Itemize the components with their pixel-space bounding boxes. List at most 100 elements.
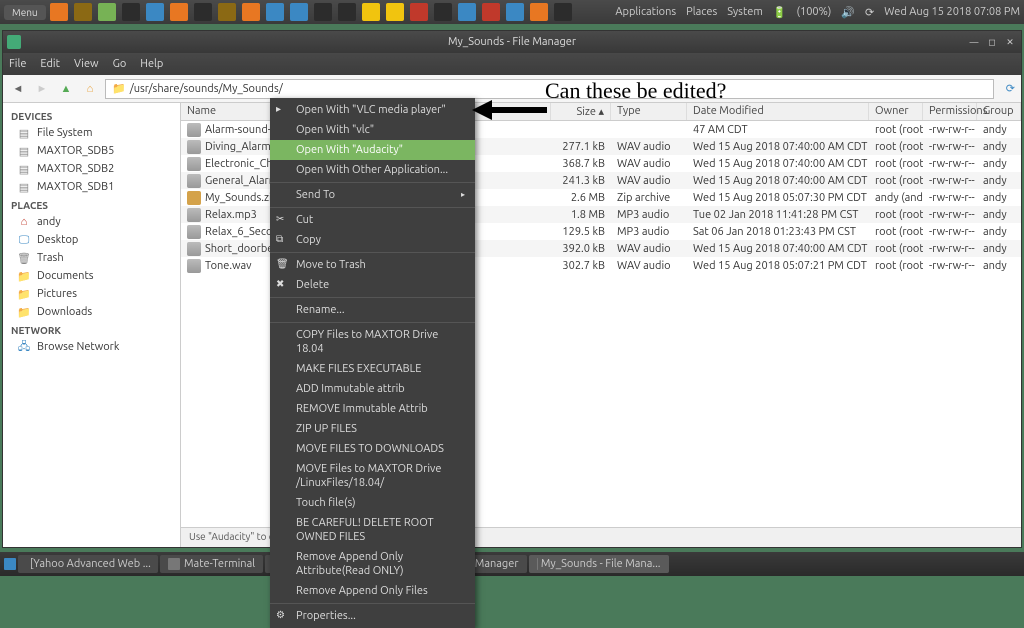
launcher-icon[interactable] (170, 3, 188, 21)
maximize-button[interactable]: ◻ (985, 35, 999, 49)
context-menu-item[interactable]: Open With Other Application... (270, 160, 475, 180)
launcher-icon[interactable] (458, 3, 476, 21)
minimize-button[interactable]: — (967, 35, 981, 49)
context-menu-item[interactable]: Rename... (270, 300, 475, 320)
file-icon (187, 208, 201, 222)
context-menu-item[interactable]: ZIP UP FILES (270, 419, 475, 439)
launcher-icon[interactable] (434, 3, 452, 21)
context-menu-item[interactable]: BE CAREFUL! DELETE ROOT OWNED FILES (270, 513, 475, 547)
menu-button[interactable]: Menu (4, 5, 46, 20)
sidebar-device-item[interactable]: ▤MAXTOR_SDB5 (3, 142, 180, 160)
menu-file[interactable]: File (9, 58, 26, 70)
menu-edit[interactable]: Edit (40, 58, 60, 70)
context-menu-item[interactable]: Remove Append Only Files (270, 581, 475, 601)
sidebar-device-item[interactable]: ▤File System (3, 124, 180, 142)
context-menu-item[interactable]: 🗑Move to Trash (270, 255, 475, 275)
launcher-icon[interactable] (98, 3, 116, 21)
sidebar-network-item[interactable]: 🖧Browse Network (3, 338, 180, 356)
col-group[interactable]: Group (977, 103, 1021, 120)
close-button[interactable]: ✕ (1003, 35, 1017, 49)
home-button[interactable]: ⌂ (81, 80, 99, 98)
panel-system[interactable]: System (727, 6, 763, 18)
launcher-icon[interactable] (122, 3, 140, 21)
file-icon (187, 259, 201, 273)
launcher-icon[interactable] (362, 3, 380, 21)
menu-go[interactable]: Go (113, 58, 127, 70)
menu-help[interactable]: Help (140, 58, 163, 70)
annotation-text: Can these be edited? (545, 78, 726, 104)
file-date: Wed 15 Aug 2018 07:40:00 AM CDT (687, 157, 869, 171)
show-desktop-icon[interactable] (4, 558, 16, 570)
up-button[interactable]: ▲ (57, 80, 75, 98)
sidebar-place-item[interactable]: 📁Downloads (3, 303, 180, 321)
drive-icon: ▤ (17, 126, 31, 140)
clock[interactable]: Wed Aug 15 2018 07:08 PM (884, 6, 1020, 18)
launcher-icon[interactable] (386, 3, 404, 21)
launcher-icon[interactable] (242, 3, 260, 21)
context-menu-item[interactable]: MOVE FILES TO DOWNLOADS (270, 439, 475, 459)
launcher-icon[interactable] (194, 3, 212, 21)
taskbar-item[interactable]: [Yahoo Advanced Web ... (18, 555, 158, 573)
file-perm: -rw-rw-r-- (923, 259, 977, 273)
col-date[interactable]: Date Modified (687, 103, 869, 120)
file-perm: -rw-rw-r-- (923, 191, 977, 205)
launcher-icon[interactable] (146, 3, 164, 21)
sync-icon[interactable]: ⟳ (865, 6, 874, 19)
sidebar-place-item[interactable]: 🖵Desktop (3, 231, 180, 249)
file-size: 392.0 kB (551, 242, 611, 256)
sidebar-place-item[interactable]: 📁Documents (3, 267, 180, 285)
volume-icon[interactable]: 🔊 (841, 6, 855, 19)
col-owner[interactable]: Owner (869, 103, 923, 120)
file-perm: -rw-rw-r-- (923, 123, 977, 137)
launcher-icon[interactable] (314, 3, 332, 21)
battery-icon[interactable]: 🔋 (773, 6, 787, 19)
context-menu-item[interactable]: ⚙Properties... (270, 606, 475, 626)
menu-item-label: Touch file(s) (296, 497, 356, 509)
col-size[interactable]: Size ▴ (551, 103, 611, 120)
task-icon (168, 558, 180, 570)
forward-button[interactable]: ► (33, 80, 51, 98)
context-menu-item[interactable]: MOVE Files to MAXTOR Drive /LinuxFiles/1… (270, 459, 475, 493)
file-type: WAV audio (611, 242, 687, 256)
launcher-icon[interactable] (290, 3, 308, 21)
launcher-icon[interactable] (50, 3, 68, 21)
context-menu-item[interactable]: ▸Open With "VLC media player" (270, 100, 475, 120)
taskbar-item[interactable]: My_Sounds - File Mana... (529, 555, 669, 573)
refresh-button[interactable]: ⟳ (1006, 82, 1015, 95)
col-perm[interactable]: Permissions (923, 103, 977, 120)
menu-view[interactable]: View (74, 58, 99, 70)
launcher-icon[interactable] (74, 3, 92, 21)
context-menu-item[interactable]: ✂Cut (270, 210, 475, 230)
back-button[interactable]: ◄ (9, 80, 27, 98)
panel-places[interactable]: Places (686, 6, 717, 18)
context-menu-item[interactable]: Open With "vlc" (270, 120, 475, 140)
launcher-icon[interactable] (218, 3, 236, 21)
launcher-icon[interactable] (482, 3, 500, 21)
file-size: 302.7 kB (551, 259, 611, 273)
titlebar[interactable]: My_Sounds - File Manager — ◻ ✕ (3, 31, 1021, 53)
context-menu-item[interactable]: MAKE FILES EXECUTABLE (270, 359, 475, 379)
panel-applications[interactable]: Applications (615, 6, 676, 18)
launcher-icon[interactable] (554, 3, 572, 21)
sidebar-device-item[interactable]: ▤MAXTOR_SDB2 (3, 160, 180, 178)
context-menu-item[interactable]: REMOVE Immutable Attrib (270, 399, 475, 419)
launcher-icon[interactable] (266, 3, 284, 21)
launcher-icon[interactable] (410, 3, 428, 21)
context-menu-item[interactable]: ✖Delete (270, 275, 475, 295)
sidebar-device-item[interactable]: ▤MAXTOR_SDB1 (3, 178, 180, 196)
sidebar-place-item[interactable]: ⌂andy (3, 213, 180, 231)
context-menu-item[interactable]: ⧉Copy (270, 230, 475, 250)
context-menu-item[interactable]: Touch file(s) (270, 493, 475, 513)
file-date: Wed 15 Aug 2018 05:07:30 PM CDT (687, 191, 869, 205)
context-menu-item[interactable]: ADD Immutable attrib (270, 379, 475, 399)
context-menu-item[interactable]: Send To▸ (270, 185, 475, 205)
context-menu-item[interactable]: Open With "Audacity" (270, 140, 475, 160)
taskbar-item[interactable]: Mate-Terminal (160, 555, 263, 573)
launcher-icon[interactable] (338, 3, 356, 21)
launcher-icon[interactable] (530, 3, 548, 21)
col-type[interactable]: Type (611, 103, 687, 120)
sidebar-place-item[interactable]: 🗑Trash (3, 249, 180, 267)
context-menu-item[interactable]: COPY Files to MAXTOR Drive 18.04 (270, 325, 475, 359)
launcher-icon[interactable] (506, 3, 524, 21)
sidebar-place-item[interactable]: 📁Pictures (3, 285, 180, 303)
